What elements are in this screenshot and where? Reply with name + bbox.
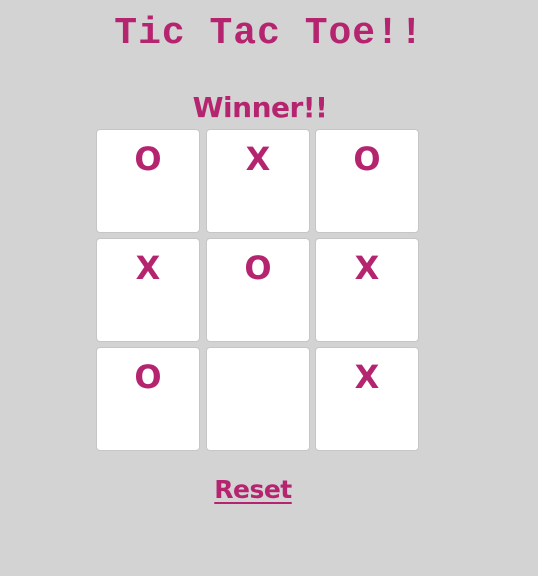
board-cell-7[interactable]: O (96, 347, 200, 451)
cell-mark: X (354, 358, 380, 396)
board-cell-3[interactable]: O (315, 129, 419, 233)
game-status: Winner!! (192, 91, 328, 124)
board-cell-1[interactable]: O (96, 129, 200, 233)
board-cell-5[interactable]: O (206, 238, 310, 342)
cell-mark: O (134, 140, 162, 178)
game-board: O X O X O X O X (96, 129, 422, 455)
board-cell-8[interactable] (206, 347, 310, 451)
cell-mark: X (354, 249, 380, 287)
cell-mark: O (353, 140, 381, 178)
reset-button[interactable]: Reset (203, 472, 303, 508)
board-cell-9[interactable]: X (315, 347, 419, 451)
board-cell-4[interactable]: X (96, 238, 200, 342)
board-cell-6[interactable]: X (315, 238, 419, 342)
board-cell-2[interactable]: X (206, 129, 310, 233)
cell-mark: O (134, 358, 162, 396)
game-title: Tic Tac Toe!! (114, 12, 424, 55)
cell-mark: O (244, 249, 272, 287)
cell-mark: X (245, 140, 271, 178)
cell-mark: X (135, 249, 161, 287)
